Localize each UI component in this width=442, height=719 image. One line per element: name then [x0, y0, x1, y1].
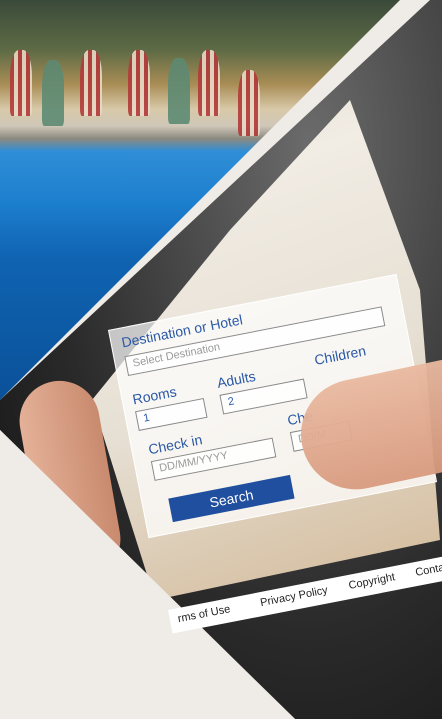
contact-link[interactable]: Conta: [414, 562, 442, 579]
umbrella-image: [238, 70, 260, 136]
umbrella-image: [10, 50, 32, 116]
umbrella-image: [198, 50, 220, 116]
terms-link[interactable]: rms of Use: [177, 603, 232, 625]
children-label: Children: [313, 342, 368, 368]
umbrella-image: [42, 60, 64, 126]
copyright-link[interactable]: Copyright: [348, 571, 397, 592]
adults-label: Adults: [215, 367, 257, 392]
umbrella-image: [168, 58, 190, 124]
umbrella-image: [128, 50, 150, 116]
umbrella-image: [80, 50, 102, 116]
